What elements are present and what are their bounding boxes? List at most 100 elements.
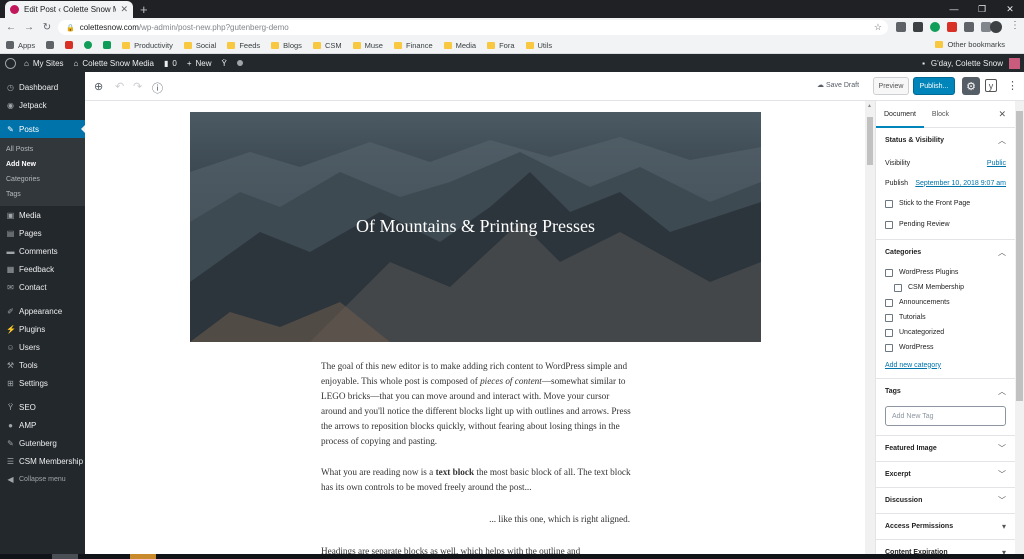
window-close-icon[interactable]: ✕ bbox=[996, 0, 1024, 18]
bookmark-folder-other[interactable]: Other bookmarks bbox=[935, 40, 1005, 49]
panel-header-access-permissions[interactable]: Access Permissions ▾ bbox=[885, 514, 1006, 539]
sidebar-item-gutenberg[interactable]: ✎ Gutenberg bbox=[0, 434, 85, 452]
cover-title[interactable]: Of Mountains & Printing Presses bbox=[190, 216, 761, 237]
scroll-up-icon[interactable]: ▲ bbox=[867, 103, 872, 109]
panel-header-tags[interactable]: Tags ︿ bbox=[885, 379, 1006, 404]
tag-input[interactable]: Add New Tag bbox=[885, 406, 1006, 426]
sidebar-item-csm-membership[interactable]: ☰ CSM Membership bbox=[0, 452, 85, 470]
submenu-tags[interactable]: Tags bbox=[0, 187, 85, 202]
yoast-sidebar-icon[interactable]: y bbox=[985, 79, 997, 92]
shield-icon[interactable] bbox=[964, 22, 974, 32]
publish-button[interactable]: Publish... bbox=[913, 77, 955, 95]
bookmark-folder-feeds[interactable]: Feeds bbox=[227, 41, 260, 50]
comments-link[interactable]: ▮ 0 bbox=[164, 59, 177, 68]
category-checkbox[interactable]: Announcements bbox=[885, 295, 1006, 310]
panel-header-featured-image[interactable]: Featured Image ﹀ bbox=[885, 436, 1006, 461]
maximize-icon[interactable]: ❐ bbox=[968, 0, 996, 18]
submenu-add-new[interactable]: Add New bbox=[0, 157, 85, 172]
evernote-icon[interactable] bbox=[930, 22, 940, 32]
tab-block[interactable]: Block bbox=[924, 101, 957, 128]
bookmark-folder-social[interactable]: Social bbox=[183, 41, 216, 50]
bookmark-folder-fora[interactable]: Fora bbox=[487, 41, 515, 50]
tab-document[interactable]: Document bbox=[876, 101, 924, 128]
undo-icon[interactable]: ↶ bbox=[115, 80, 124, 93]
sidebar-item-plugins[interactable]: ⚡ Plugins bbox=[0, 320, 85, 338]
bookmark-folder-finance[interactable]: Finance bbox=[393, 41, 433, 50]
sidebar-scrollbar[interactable] bbox=[1015, 101, 1024, 559]
collapse-menu[interactable]: ◀ Collapse menu bbox=[0, 470, 85, 488]
bookmark-icon-2[interactable] bbox=[65, 41, 74, 49]
bookmark-apps[interactable]: Apps bbox=[6, 41, 35, 50]
extension-red-icon[interactable] bbox=[947, 22, 957, 32]
new-content-link[interactable]: + New bbox=[187, 59, 212, 68]
settings-gear-icon[interactable]: ⚙ bbox=[962, 77, 980, 95]
cover-image-block[interactable]: Of Mountains & Printing Presses bbox=[190, 112, 761, 342]
stick-front-page-checkbox[interactable]: Stick to the Front Page bbox=[885, 193, 1006, 214]
pending-review-checkbox[interactable]: Pending Review bbox=[885, 214, 1006, 235]
paragraph-block-1[interactable]: The goal of this new editor is to make a… bbox=[321, 359, 633, 449]
publish-date-link[interactable]: September 10, 2018 9:07 am bbox=[915, 180, 1006, 187]
content-scroll-thumb[interactable] bbox=[867, 117, 873, 165]
sidebar-item-users[interactable]: ☺ Users bbox=[0, 338, 85, 356]
reload-icon[interactable]: ↻ bbox=[40, 22, 54, 33]
new-tab-icon[interactable]: + bbox=[140, 2, 148, 17]
extension-icon[interactable] bbox=[913, 22, 923, 32]
browser-menu-icon[interactable]: ⋮ bbox=[1010, 20, 1020, 31]
bookmark-folder-muse[interactable]: Muse bbox=[352, 41, 383, 50]
close-icon[interactable]: ✕ bbox=[120, 4, 128, 15]
sidebar-item-feedback[interactable]: ▦ Feedback bbox=[0, 260, 85, 278]
sidebar-item-media[interactable]: ▣ Media bbox=[0, 206, 85, 224]
taskbar-app[interactable] bbox=[52, 554, 78, 559]
account-menu[interactable]: ▪ G'day, Colette Snow bbox=[922, 54, 1020, 72]
category-checkbox[interactable]: Tutorials bbox=[885, 310, 1006, 325]
sidebar-item-tools[interactable]: ⚒ Tools bbox=[0, 356, 85, 374]
info-icon[interactable]: ⓘ bbox=[152, 80, 163, 96]
sidebar-item-posts[interactable]: ✎ Posts bbox=[0, 120, 85, 138]
category-checkbox[interactable]: WordPress bbox=[885, 340, 1006, 355]
sidebar-scroll-thumb[interactable] bbox=[1016, 111, 1023, 401]
profile-avatar[interactable] bbox=[990, 21, 1002, 33]
preview-button[interactable]: Preview bbox=[873, 77, 909, 95]
panel-header-discussion[interactable]: Discussion ﹀ bbox=[885, 488, 1006, 513]
save-draft-button[interactable]: ☁ Save Draft bbox=[817, 81, 859, 89]
add-new-category-link[interactable]: Add new category bbox=[885, 362, 941, 369]
wordpress-logo-icon[interactable] bbox=[5, 57, 16, 69]
sidebar-item-amp[interactable]: ● AMP bbox=[0, 416, 85, 434]
browser-tab[interactable]: Edit Post ‹ Colette Snow Media — ... ✕ bbox=[5, 1, 133, 18]
category-checkbox[interactable]: CSM Membership bbox=[885, 280, 1006, 295]
sidebar-item-pages[interactable]: ▤ Pages bbox=[0, 224, 85, 242]
more-options-icon[interactable]: ⋮ bbox=[1007, 79, 1018, 92]
visibility-link[interactable]: Public bbox=[987, 160, 1006, 167]
sidebar-item-contact[interactable]: ✉ Contact bbox=[0, 278, 85, 296]
url-bar[interactable]: 🔒 colettesnow.com/wp-admin/post-new.php?… bbox=[58, 20, 888, 35]
bookmark-folder-blogs[interactable]: Blogs bbox=[271, 41, 302, 50]
panel-header-categories[interactable]: Categories ︿ bbox=[885, 240, 1006, 265]
paragraph-block-right-aligned[interactable]: ... like this one, which is right aligne… bbox=[321, 512, 630, 527]
sidebar-item-dashboard[interactable]: ◷ Dashboard bbox=[0, 78, 85, 96]
sidebar-item-settings[interactable]: ⊞ Settings bbox=[0, 374, 85, 392]
notification-icon[interactable]: ▪ bbox=[922, 59, 925, 68]
redo-icon[interactable]: ↷ bbox=[133, 80, 142, 93]
minimize-icon[interactable]: — bbox=[940, 0, 968, 18]
taskbar-app-active[interactable] bbox=[130, 554, 156, 559]
close-sidebar-icon[interactable]: ✕ bbox=[998, 109, 1006, 120]
bookmark-folder-media[interactable]: Media bbox=[443, 41, 476, 50]
panel-header-status[interactable]: Status & Visibility ︿ bbox=[885, 128, 1006, 153]
bookmark-folder-productivity[interactable]: Productivity bbox=[122, 41, 173, 50]
bookmark-icon-1[interactable] bbox=[46, 41, 55, 49]
category-checkbox[interactable]: Uncategorized bbox=[885, 325, 1006, 340]
content-scrollbar[interactable]: ▲ bbox=[865, 101, 875, 559]
add-block-icon[interactable]: ⊕ bbox=[94, 80, 103, 93]
status-dot[interactable] bbox=[236, 60, 243, 66]
bookmark-icon-3[interactable] bbox=[84, 41, 93, 49]
submenu-all-posts[interactable]: All Posts bbox=[0, 142, 85, 157]
yoast-adminbar-link[interactable]: Ÿ bbox=[222, 59, 227, 68]
submenu-categories[interactable]: Categories bbox=[0, 172, 85, 187]
paragraph-block-2[interactable]: What you are reading now is a text block… bbox=[321, 465, 633, 495]
sidebar-item-seo[interactable]: Ÿ SEO bbox=[0, 398, 85, 416]
cast-icon[interactable] bbox=[896, 22, 906, 32]
back-icon[interactable]: ← bbox=[4, 22, 18, 33]
sidebar-item-comments[interactable]: ▬ Comments bbox=[0, 242, 85, 260]
bookmark-folder-csm[interactable]: CSM bbox=[312, 41, 342, 50]
forward-icon[interactable]: → bbox=[22, 22, 36, 33]
